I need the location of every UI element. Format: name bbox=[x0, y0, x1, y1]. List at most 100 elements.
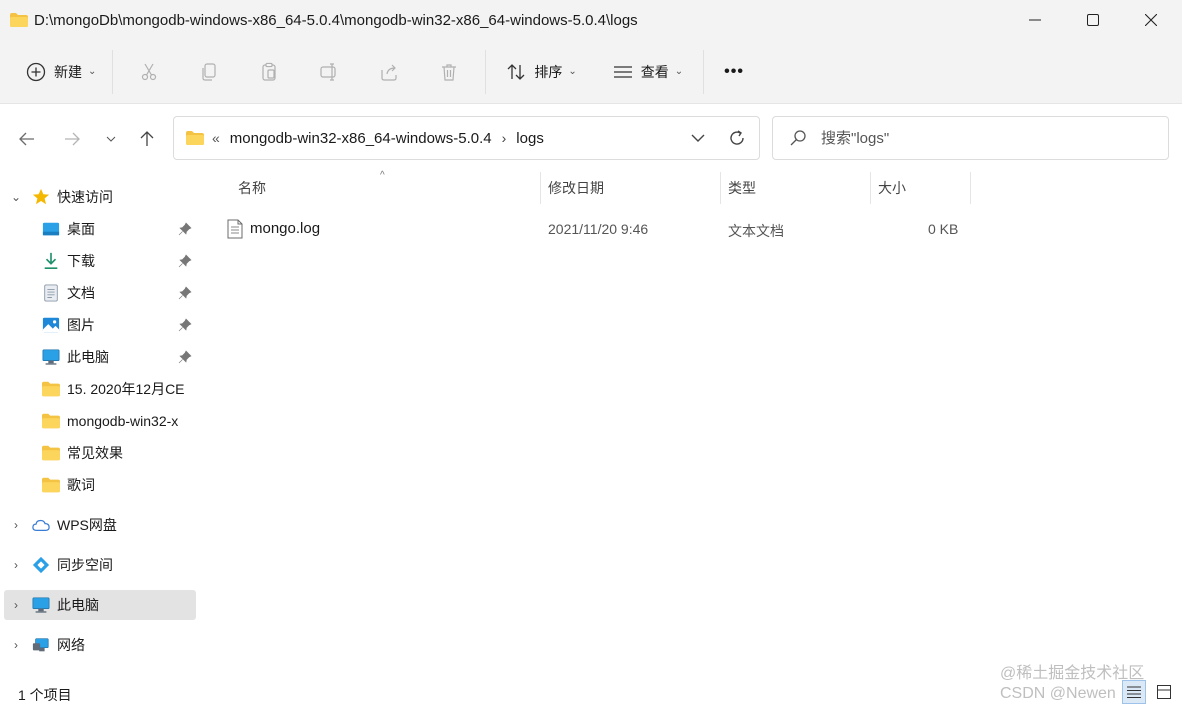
close-icon bbox=[1145, 14, 1157, 26]
search-box[interactable] bbox=[772, 116, 1169, 160]
cut-button[interactable] bbox=[119, 52, 179, 92]
sort-icon bbox=[507, 63, 525, 80]
breadcrumb-separator[interactable]: › bbox=[502, 130, 507, 146]
new-label: 新建 bbox=[54, 63, 82, 80]
title-bar: D:\mongoDb\mongodb-windows-x86_64-5.0.4\… bbox=[0, 0, 1182, 40]
sidebar-item-desktop[interactable]: 桌面 bbox=[4, 214, 196, 244]
column-header-modified[interactable]: 修改日期 bbox=[548, 172, 604, 204]
sidebar-item-sync-space[interactable]: › 同步空间 bbox=[4, 550, 196, 580]
folder-icon bbox=[186, 131, 204, 145]
column-header-type[interactable]: 类型 bbox=[728, 172, 756, 204]
file-list: ^ 名称 修改日期 类型 大小 mongo.log 2021/11/20 9:4… bbox=[200, 170, 1182, 682]
close-button[interactable] bbox=[1122, 0, 1180, 40]
share-icon bbox=[381, 64, 397, 81]
tiles-view-button[interactable] bbox=[1152, 680, 1176, 704]
sidebar-item-label: 文档 bbox=[67, 285, 95, 301]
cloud-icon bbox=[32, 519, 50, 532]
sidebar-item-this-pc[interactable]: › 此电脑 bbox=[4, 590, 196, 620]
sidebar-item-label: 网络 bbox=[57, 637, 85, 653]
sidebar-item-folder-lyrics[interactable]: 歌词 bbox=[4, 470, 196, 500]
sidebar-item-quick-access[interactable]: ⌄ 快速访问 bbox=[4, 182, 196, 212]
plus-circle-icon bbox=[26, 62, 46, 81]
maximize-button[interactable] bbox=[1064, 0, 1122, 40]
share-button[interactable] bbox=[359, 52, 419, 92]
sidebar-item-downloads[interactable]: 下载 bbox=[4, 246, 196, 276]
address-bar[interactable]: « mongodb-win32-x86_64-windows-5.0.4 › l… bbox=[173, 116, 760, 160]
back-button[interactable] bbox=[12, 124, 42, 154]
chevron-right-icon[interactable]: › bbox=[8, 558, 24, 572]
pin-icon[interactable] bbox=[178, 286, 192, 300]
view-button[interactable]: 查看 ⌄ bbox=[603, 52, 693, 92]
chevron-down-icon: ⌄ bbox=[674, 66, 684, 77]
copy-button[interactable] bbox=[179, 52, 239, 92]
chevron-down-icon: ⌄ bbox=[568, 66, 577, 77]
sidebar-item-folder-mongodb[interactable]: mongodb-win32-x bbox=[4, 406, 196, 436]
arrow-right-icon bbox=[65, 132, 80, 146]
file-row[interactable]: mongo.log 2021/11/20 9:46 文本文档 0 KB bbox=[212, 214, 972, 244]
column-divider[interactable] bbox=[870, 172, 871, 204]
minimize-button[interactable] bbox=[1006, 0, 1064, 40]
file-name: mongo.log bbox=[250, 220, 321, 237]
sidebar-item-label: 歌词 bbox=[67, 477, 95, 493]
delete-button[interactable] bbox=[419, 52, 479, 92]
scissors-icon bbox=[142, 63, 157, 80]
new-button[interactable]: 新建 ⌄ bbox=[16, 52, 106, 92]
details-view-icon bbox=[1127, 686, 1141, 698]
view-list-icon bbox=[613, 65, 632, 78]
sidebar-item-label: 桌面 bbox=[67, 221, 95, 237]
minimize-icon bbox=[1029, 19, 1041, 21]
sidebar-item-folder-2020[interactable]: 15. 2020年12月CE bbox=[4, 374, 196, 404]
breadcrumb-current[interactable]: logs bbox=[516, 130, 544, 147]
sidebar-item-documents[interactable]: 文档 bbox=[4, 278, 196, 308]
details-view-button[interactable] bbox=[1122, 680, 1146, 704]
breadcrumb-parent[interactable]: mongodb-win32-x86_64-windows-5.0.4 bbox=[230, 130, 492, 147]
chevron-right-icon[interactable]: › bbox=[8, 598, 24, 612]
more-options-button[interactable]: ••• bbox=[714, 52, 754, 92]
pin-icon[interactable] bbox=[178, 318, 192, 332]
pin-icon[interactable] bbox=[178, 254, 192, 268]
pin-icon[interactable] bbox=[178, 350, 192, 364]
sidebar-item-wps-drive[interactable]: › WPS网盘 bbox=[4, 510, 196, 540]
sidebar-item-label: 下载 bbox=[67, 253, 95, 269]
up-button[interactable] bbox=[132, 124, 162, 154]
command-bar: 新建 ⌄ 排序 ⌄ 查看 ⌄ ••• bbox=[0, 40, 1182, 104]
item-count: 1 个项目 bbox=[18, 687, 72, 703]
sidebar-item-label: 快速访问 bbox=[57, 189, 113, 205]
sidebar-item-folder-effects[interactable]: 常见效果 bbox=[4, 438, 196, 468]
trash-icon bbox=[442, 63, 457, 81]
column-divider[interactable] bbox=[540, 172, 541, 204]
toolbar-divider bbox=[703, 49, 705, 94]
sidebar-item-pictures[interactable]: 图片 bbox=[4, 310, 196, 340]
sidebar-item-label: 图片 bbox=[67, 317, 95, 333]
navigation-bar: « mongodb-win32-x86_64-windows-5.0.4 › l… bbox=[0, 105, 1182, 171]
chevron-right-icon[interactable]: › bbox=[8, 638, 24, 652]
sidebar-item-network[interactable]: › 网络 bbox=[4, 630, 196, 660]
folder-icon bbox=[10, 13, 28, 27]
rename-button[interactable] bbox=[299, 52, 359, 92]
chevron-right-icon[interactable]: › bbox=[8, 518, 24, 532]
forward-button[interactable] bbox=[57, 124, 87, 154]
column-header-name[interactable]: 名称 bbox=[238, 172, 266, 204]
sidebar-item-label: 15. 2020年12月CE bbox=[67, 381, 185, 397]
column-divider[interactable] bbox=[970, 172, 971, 204]
network-icon bbox=[32, 638, 49, 652]
file-size: 0 KB bbox=[928, 221, 959, 237]
sidebar-item-this-pc-pinned[interactable]: 此电脑 bbox=[4, 342, 196, 372]
search-input[interactable] bbox=[821, 129, 1141, 147]
folder-icon bbox=[42, 381, 60, 397]
monitor-icon bbox=[32, 597, 50, 613]
arrow-left-icon bbox=[19, 132, 34, 146]
column-divider[interactable] bbox=[720, 172, 721, 204]
chevron-down-icon bbox=[106, 136, 116, 142]
refresh-icon[interactable] bbox=[727, 128, 747, 148]
chevron-down-icon[interactable] bbox=[689, 129, 707, 147]
paste-button[interactable] bbox=[239, 52, 299, 92]
pin-icon[interactable] bbox=[178, 222, 192, 236]
monitor-icon bbox=[42, 349, 60, 365]
recent-locations-button[interactable] bbox=[96, 124, 126, 154]
overflow-crumbs-button[interactable]: « bbox=[212, 130, 220, 146]
window-title: D:\mongoDb\mongodb-windows-x86_64-5.0.4\… bbox=[34, 11, 638, 29]
chevron-down-icon[interactable]: ⌄ bbox=[8, 190, 24, 204]
sort-button[interactable]: 排序 ⌄ bbox=[496, 52, 586, 92]
column-header-size[interactable]: 大小 bbox=[878, 172, 906, 204]
